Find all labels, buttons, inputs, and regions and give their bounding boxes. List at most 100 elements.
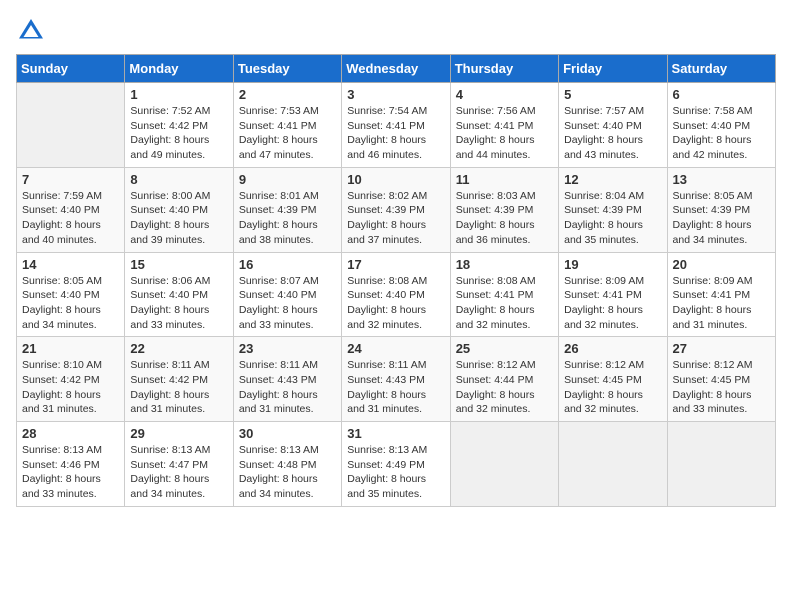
day-number: 20 (673, 257, 770, 272)
calendar-cell (667, 422, 775, 507)
day-number: 10 (347, 172, 444, 187)
calendar-cell: 15 Sunrise: 8:06 AMSunset: 4:40 PMDaylig… (125, 252, 233, 337)
day-info: Sunrise: 8:02 AMSunset: 4:39 PMDaylight:… (347, 189, 444, 248)
calendar-header-saturday: Saturday (667, 55, 775, 83)
day-info: Sunrise: 8:13 AMSunset: 4:46 PMDaylight:… (22, 443, 119, 502)
day-info: Sunrise: 8:03 AMSunset: 4:39 PMDaylight:… (456, 189, 553, 248)
calendar-cell: 11 Sunrise: 8:03 AMSunset: 4:39 PMDaylig… (450, 167, 558, 252)
day-number: 21 (22, 341, 119, 356)
day-number: 29 (130, 426, 227, 441)
calendar-cell: 29 Sunrise: 8:13 AMSunset: 4:47 PMDaylig… (125, 422, 233, 507)
calendar-cell: 25 Sunrise: 8:12 AMSunset: 4:44 PMDaylig… (450, 337, 558, 422)
calendar-header-friday: Friday (559, 55, 667, 83)
calendar-table: SundayMondayTuesdayWednesdayThursdayFrid… (16, 54, 776, 507)
day-number: 28 (22, 426, 119, 441)
calendar-cell: 21 Sunrise: 8:10 AMSunset: 4:42 PMDaylig… (17, 337, 125, 422)
calendar-cell: 3 Sunrise: 7:54 AMSunset: 4:41 PMDayligh… (342, 83, 450, 168)
day-number: 11 (456, 172, 553, 187)
day-number: 1 (130, 87, 227, 102)
calendar-week-row: 1 Sunrise: 7:52 AMSunset: 4:42 PMDayligh… (17, 83, 776, 168)
calendar-cell: 19 Sunrise: 8:09 AMSunset: 4:41 PMDaylig… (559, 252, 667, 337)
day-number: 31 (347, 426, 444, 441)
day-info: Sunrise: 8:08 AMSunset: 4:40 PMDaylight:… (347, 274, 444, 333)
calendar-cell: 23 Sunrise: 8:11 AMSunset: 4:43 PMDaylig… (233, 337, 341, 422)
calendar-header-row: SundayMondayTuesdayWednesdayThursdayFrid… (17, 55, 776, 83)
day-info: Sunrise: 7:58 AMSunset: 4:40 PMDaylight:… (673, 104, 770, 163)
day-number: 15 (130, 257, 227, 272)
calendar-cell: 8 Sunrise: 8:00 AMSunset: 4:40 PMDayligh… (125, 167, 233, 252)
day-number: 18 (456, 257, 553, 272)
page-header (16, 16, 776, 46)
day-info: Sunrise: 8:13 AMSunset: 4:48 PMDaylight:… (239, 443, 336, 502)
day-info: Sunrise: 8:12 AMSunset: 4:45 PMDaylight:… (564, 358, 661, 417)
calendar-header-wednesday: Wednesday (342, 55, 450, 83)
day-number: 24 (347, 341, 444, 356)
calendar-week-row: 21 Sunrise: 8:10 AMSunset: 4:42 PMDaylig… (17, 337, 776, 422)
calendar-cell: 24 Sunrise: 8:11 AMSunset: 4:43 PMDaylig… (342, 337, 450, 422)
logo-icon (16, 16, 46, 46)
calendar-cell: 14 Sunrise: 8:05 AMSunset: 4:40 PMDaylig… (17, 252, 125, 337)
calendar-cell: 1 Sunrise: 7:52 AMSunset: 4:42 PMDayligh… (125, 83, 233, 168)
calendar-header-thursday: Thursday (450, 55, 558, 83)
day-info: Sunrise: 8:07 AMSunset: 4:40 PMDaylight:… (239, 274, 336, 333)
day-number: 9 (239, 172, 336, 187)
calendar-cell: 28 Sunrise: 8:13 AMSunset: 4:46 PMDaylig… (17, 422, 125, 507)
day-info: Sunrise: 8:06 AMSunset: 4:40 PMDaylight:… (130, 274, 227, 333)
day-info: Sunrise: 7:52 AMSunset: 4:42 PMDaylight:… (130, 104, 227, 163)
calendar-cell: 18 Sunrise: 8:08 AMSunset: 4:41 PMDaylig… (450, 252, 558, 337)
calendar-cell: 27 Sunrise: 8:12 AMSunset: 4:45 PMDaylig… (667, 337, 775, 422)
day-info: Sunrise: 8:05 AMSunset: 4:39 PMDaylight:… (673, 189, 770, 248)
calendar-cell (17, 83, 125, 168)
day-number: 4 (456, 87, 553, 102)
day-info: Sunrise: 8:12 AMSunset: 4:45 PMDaylight:… (673, 358, 770, 417)
calendar-cell: 30 Sunrise: 8:13 AMSunset: 4:48 PMDaylig… (233, 422, 341, 507)
day-info: Sunrise: 8:11 AMSunset: 4:43 PMDaylight:… (239, 358, 336, 417)
day-number: 19 (564, 257, 661, 272)
calendar-cell: 17 Sunrise: 8:08 AMSunset: 4:40 PMDaylig… (342, 252, 450, 337)
calendar-cell: 4 Sunrise: 7:56 AMSunset: 4:41 PMDayligh… (450, 83, 558, 168)
calendar-cell: 20 Sunrise: 8:09 AMSunset: 4:41 PMDaylig… (667, 252, 775, 337)
calendar-header-sunday: Sunday (17, 55, 125, 83)
calendar-cell: 9 Sunrise: 8:01 AMSunset: 4:39 PMDayligh… (233, 167, 341, 252)
day-info: Sunrise: 7:57 AMSunset: 4:40 PMDaylight:… (564, 104, 661, 163)
logo (16, 16, 48, 46)
day-info: Sunrise: 8:12 AMSunset: 4:44 PMDaylight:… (456, 358, 553, 417)
day-info: Sunrise: 7:59 AMSunset: 4:40 PMDaylight:… (22, 189, 119, 248)
day-info: Sunrise: 8:10 AMSunset: 4:42 PMDaylight:… (22, 358, 119, 417)
calendar-cell: 12 Sunrise: 8:04 AMSunset: 4:39 PMDaylig… (559, 167, 667, 252)
day-number: 8 (130, 172, 227, 187)
day-info: Sunrise: 8:11 AMSunset: 4:42 PMDaylight:… (130, 358, 227, 417)
day-number: 22 (130, 341, 227, 356)
day-number: 25 (456, 341, 553, 356)
day-number: 23 (239, 341, 336, 356)
day-info: Sunrise: 8:13 AMSunset: 4:47 PMDaylight:… (130, 443, 227, 502)
calendar-cell: 2 Sunrise: 7:53 AMSunset: 4:41 PMDayligh… (233, 83, 341, 168)
calendar-cell: 6 Sunrise: 7:58 AMSunset: 4:40 PMDayligh… (667, 83, 775, 168)
day-number: 5 (564, 87, 661, 102)
day-number: 6 (673, 87, 770, 102)
calendar-cell: 26 Sunrise: 8:12 AMSunset: 4:45 PMDaylig… (559, 337, 667, 422)
calendar-cell (559, 422, 667, 507)
day-info: Sunrise: 7:53 AMSunset: 4:41 PMDaylight:… (239, 104, 336, 163)
day-info: Sunrise: 8:09 AMSunset: 4:41 PMDaylight:… (564, 274, 661, 333)
day-info: Sunrise: 8:08 AMSunset: 4:41 PMDaylight:… (456, 274, 553, 333)
calendar-week-row: 14 Sunrise: 8:05 AMSunset: 4:40 PMDaylig… (17, 252, 776, 337)
day-info: Sunrise: 8:13 AMSunset: 4:49 PMDaylight:… (347, 443, 444, 502)
day-number: 30 (239, 426, 336, 441)
calendar-header-monday: Monday (125, 55, 233, 83)
day-number: 27 (673, 341, 770, 356)
calendar-cell: 7 Sunrise: 7:59 AMSunset: 4:40 PMDayligh… (17, 167, 125, 252)
calendar-cell: 5 Sunrise: 7:57 AMSunset: 4:40 PMDayligh… (559, 83, 667, 168)
day-number: 16 (239, 257, 336, 272)
day-info: Sunrise: 8:09 AMSunset: 4:41 PMDaylight:… (673, 274, 770, 333)
calendar-header-tuesday: Tuesday (233, 55, 341, 83)
day-info: Sunrise: 8:05 AMSunset: 4:40 PMDaylight:… (22, 274, 119, 333)
day-number: 12 (564, 172, 661, 187)
calendar-week-row: 28 Sunrise: 8:13 AMSunset: 4:46 PMDaylig… (17, 422, 776, 507)
day-info: Sunrise: 7:56 AMSunset: 4:41 PMDaylight:… (456, 104, 553, 163)
calendar-cell (450, 422, 558, 507)
day-info: Sunrise: 7:54 AMSunset: 4:41 PMDaylight:… (347, 104, 444, 163)
calendar-cell: 31 Sunrise: 8:13 AMSunset: 4:49 PMDaylig… (342, 422, 450, 507)
day-number: 26 (564, 341, 661, 356)
calendar-cell: 13 Sunrise: 8:05 AMSunset: 4:39 PMDaylig… (667, 167, 775, 252)
